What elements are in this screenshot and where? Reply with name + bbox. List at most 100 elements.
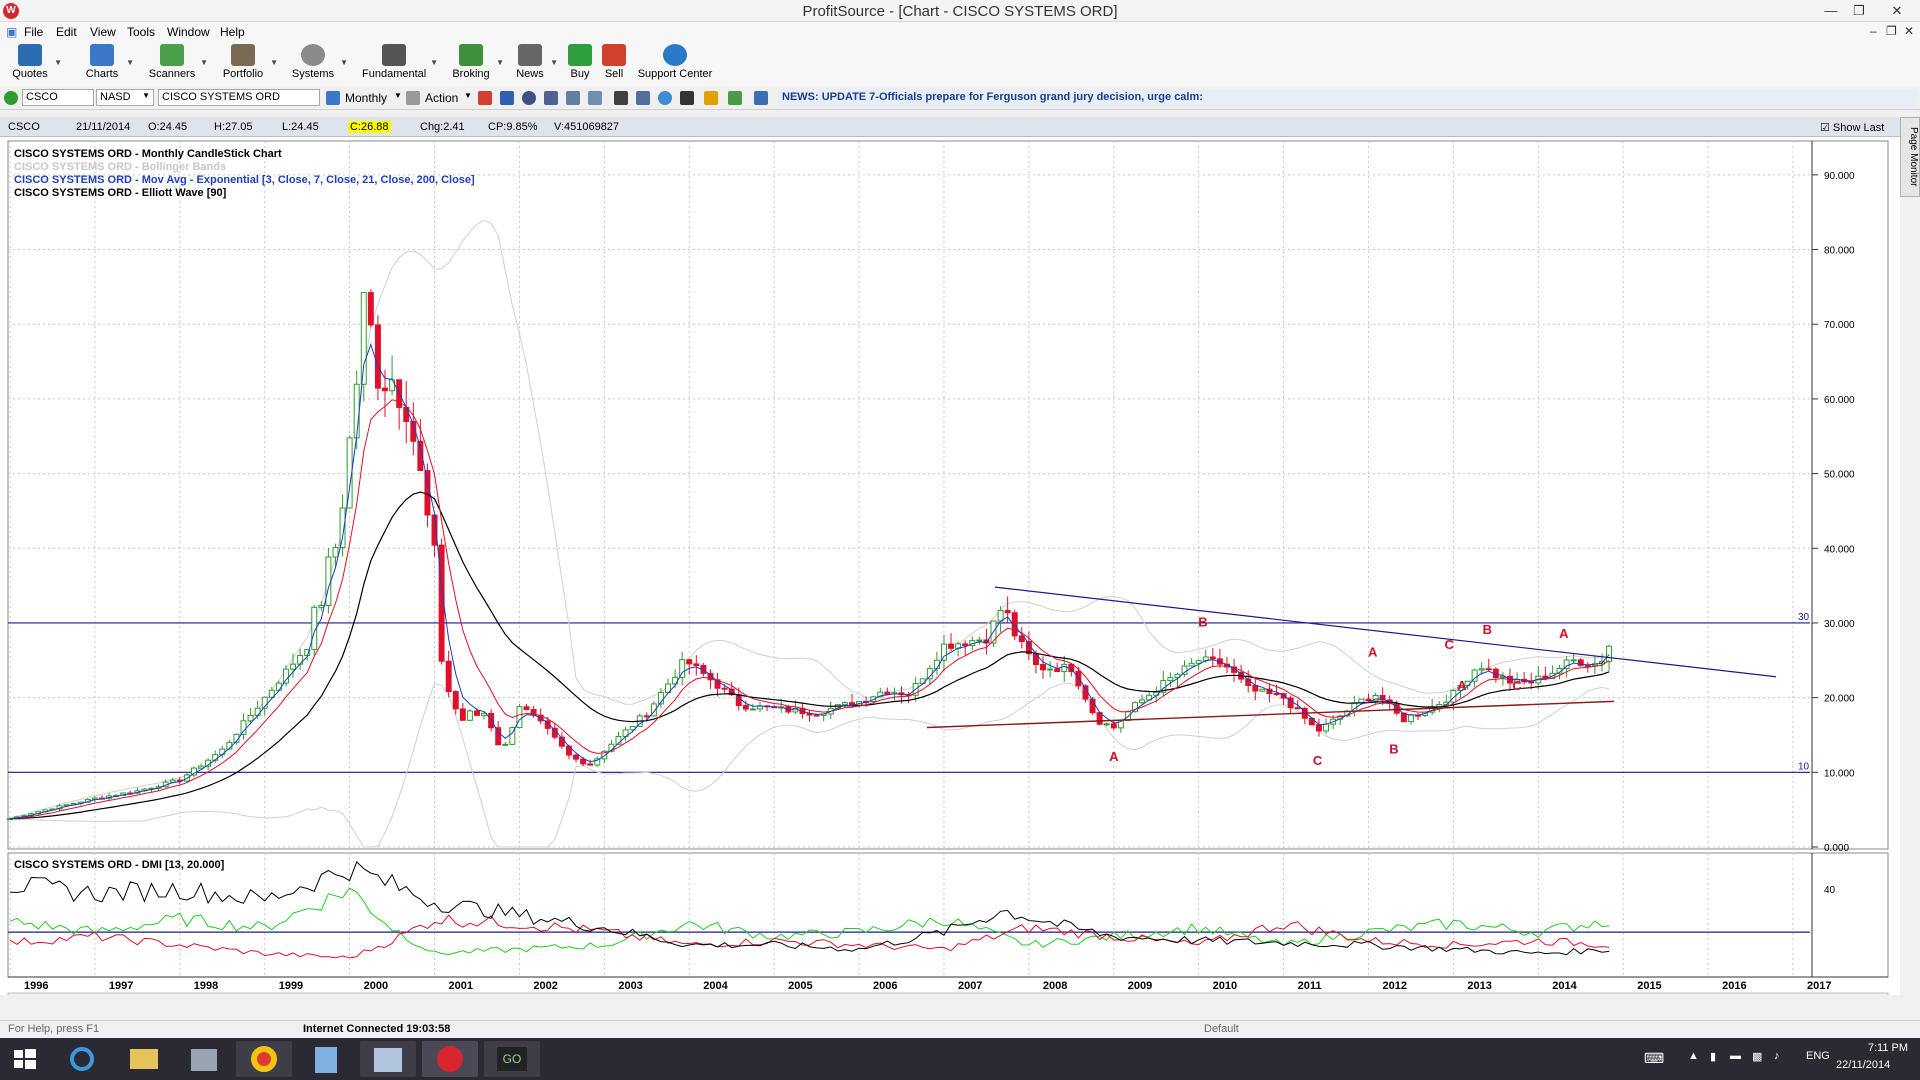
price-panel-frame — [7, 140, 1889, 850]
restore-icon[interactable]: ❐ — [1848, 2, 1870, 20]
support-center-button[interactable]: Support Center — [636, 44, 714, 84]
signal-bars-icon[interactable]: ▩ — [1752, 1050, 1762, 1063]
chevron-down-icon[interactable]: ▼ — [394, 91, 402, 100]
x-axis-tick-label: 2000 — [364, 980, 388, 992]
y-axis-tick-label: 30.000 — [1824, 619, 1855, 630]
x-axis-tick-label: 2011 — [1298, 980, 1322, 992]
tray-expand-icon[interactable]: ▲ — [1688, 1050, 1699, 1062]
status-mode: Default — [1204, 1023, 1239, 1035]
chevron-down-icon[interactable]: ▼ — [464, 91, 472, 100]
close-icon[interactable]: ✕ — [1886, 2, 1908, 20]
template-icon[interactable] — [588, 91, 602, 105]
news-ticker-icon[interactable] — [754, 91, 768, 105]
chrome-taskbar-button[interactable] — [236, 1041, 292, 1077]
quotes-button[interactable]: Quotes ▼ — [10, 44, 62, 84]
charts-button[interactable]: Charts ▼ — [82, 44, 134, 84]
dmi-title: CISCO SYSTEMS ORD - DMI [13, 20.000] — [14, 859, 225, 871]
signal-icon[interactable] — [728, 91, 742, 105]
candle-body — [693, 663, 700, 667]
volume-icon[interactable]: ♪ — [1774, 1050, 1780, 1062]
chart-area[interactable]: 1996 1997 1998 1999 2000 2001 2002 2003 2004 2005… — [0, 137, 1900, 1008]
star-icon[interactable] — [704, 91, 718, 105]
arrow-down-icon[interactable] — [478, 91, 492, 105]
menu-file[interactable]: File — [24, 25, 43, 39]
menu-tools[interactable]: Tools — [127, 25, 155, 39]
language-indicator[interactable]: ENG — [1806, 1050, 1830, 1062]
exchange-select[interactable]: NASD ▼ — [96, 89, 154, 106]
action-icon — [406, 91, 420, 105]
mdi-close-icon[interactable]: ✕ — [1904, 24, 1914, 38]
news-ticker[interactable]: NEWS: UPDATE 7-Officials prepare for Fer… — [778, 89, 1918, 107]
news-button[interactable]: News ▼ — [514, 44, 558, 84]
title-bar: W ProfitSource - [Chart - CISCO SYSTEMS … — [0, 0, 1920, 22]
help-icon — [663, 44, 687, 66]
candle-body — [976, 639, 983, 642]
quote-low: L:24.45 — [282, 121, 319, 133]
period-select[interactable]: Monthly — [345, 91, 387, 105]
candle-body — [940, 643, 947, 661]
menu-view[interactable]: View — [90, 25, 116, 39]
x-axis-tick-label: 2017 — [1807, 980, 1831, 992]
show-last-checkbox[interactable]: ☑ Show Last — [1820, 121, 1884, 134]
save-icon[interactable] — [500, 91, 514, 105]
explorer-taskbar-button[interactable] — [116, 1041, 172, 1077]
calculator-icon — [315, 1047, 337, 1073]
chart-svg[interactable]: 1996 1997 1998 1999 2000 2001 2002 2003 2004 2005… — [0, 137, 1900, 1008]
candle-body — [813, 714, 820, 717]
menu-help[interactable]: Help — [220, 25, 245, 39]
chrome-icon — [251, 1046, 277, 1072]
mdi-minimize-icon[interactable]: – — [1870, 24, 1877, 38]
profitsource-taskbar-button[interactable] — [422, 1041, 478, 1077]
systems-button[interactable]: Systems ▼ — [290, 44, 348, 84]
mdi-restore-icon[interactable]: ❐ — [1886, 24, 1897, 38]
photos-taskbar-button[interactable] — [360, 1041, 416, 1077]
tools-icon[interactable] — [614, 91, 628, 105]
network-icon[interactable]: ▬ — [1730, 1050, 1741, 1062]
candle-body — [1054, 668, 1061, 673]
page-monitor-tab[interactable]: Page Monitor — [1900, 117, 1920, 197]
drawing-icon[interactable] — [636, 91, 650, 105]
ie-taskbar-button[interactable] — [54, 1041, 110, 1077]
app-taskbar-button[interactable] — [176, 1041, 232, 1077]
candle-body — [1478, 668, 1485, 671]
sell-icon — [602, 44, 626, 66]
x-axis-tick-label: 2006 — [873, 980, 897, 992]
binoculars-icon[interactable] — [680, 91, 694, 105]
symbol-input[interactable]: CSCO — [22, 89, 94, 106]
y-axis-tick-label: 50.000 — [1824, 470, 1855, 481]
fundamental-button[interactable]: Fundamental ▼ — [362, 44, 438, 84]
scanners-button[interactable]: Scanners ▼ — [148, 44, 208, 84]
elliott-wave-label: B — [1198, 615, 1207, 630]
settings-icon[interactable] — [522, 91, 536, 105]
x-axis-tick-label: 2013 — [1467, 980, 1491, 992]
elliott-wave-label: A — [1368, 645, 1378, 660]
clock-time[interactable]: 7:11 PM — [1858, 1042, 1908, 1054]
sell-button[interactable]: Sell — [600, 44, 628, 84]
menu-window[interactable]: Window — [167, 25, 210, 39]
go-taskbar-button[interactable]: GO — [484, 1041, 540, 1077]
horizontal-scrollbar[interactable] — [7, 992, 1889, 1008]
minimize-icon[interactable]: — — [1820, 2, 1842, 20]
security-name-field: CISCO SYSTEMS ORD — [158, 89, 320, 106]
buy-button[interactable]: Buy — [566, 44, 594, 84]
go-icon[interactable] — [4, 91, 18, 105]
y-axis-tick-label: 60.000 — [1824, 395, 1855, 406]
candle-body — [580, 758, 587, 765]
battery-icon[interactable]: ▮ — [1710, 1050, 1716, 1063]
broking-button[interactable]: Broking ▼ — [450, 44, 504, 84]
candle-body — [573, 754, 580, 760]
quote-date: 21/11/2014 — [76, 121, 131, 133]
indicator-icon[interactable] — [566, 91, 580, 105]
lightbulb-icon[interactable] — [658, 91, 672, 105]
menu-edit[interactable]: Edit — [56, 25, 77, 39]
portfolio-button[interactable]: Portfolio ▼ — [220, 44, 278, 84]
candle-body — [1004, 609, 1011, 614]
start-button[interactable] — [0, 1041, 48, 1077]
action-menu[interactable]: Action — [425, 91, 458, 105]
print-icon[interactable] — [544, 91, 558, 105]
clock-date[interactable]: 22/11/2014 — [1836, 1059, 1890, 1071]
quote-change-percent: CP:9.85% — [488, 121, 538, 133]
chart-legend-entry: CISCO SYSTEMS ORD - Monthly CandleStick … — [14, 148, 282, 160]
calculator-taskbar-button[interactable] — [298, 1041, 354, 1077]
keyboard-icon[interactable]: ⌨ — [1644, 1050, 1664, 1067]
